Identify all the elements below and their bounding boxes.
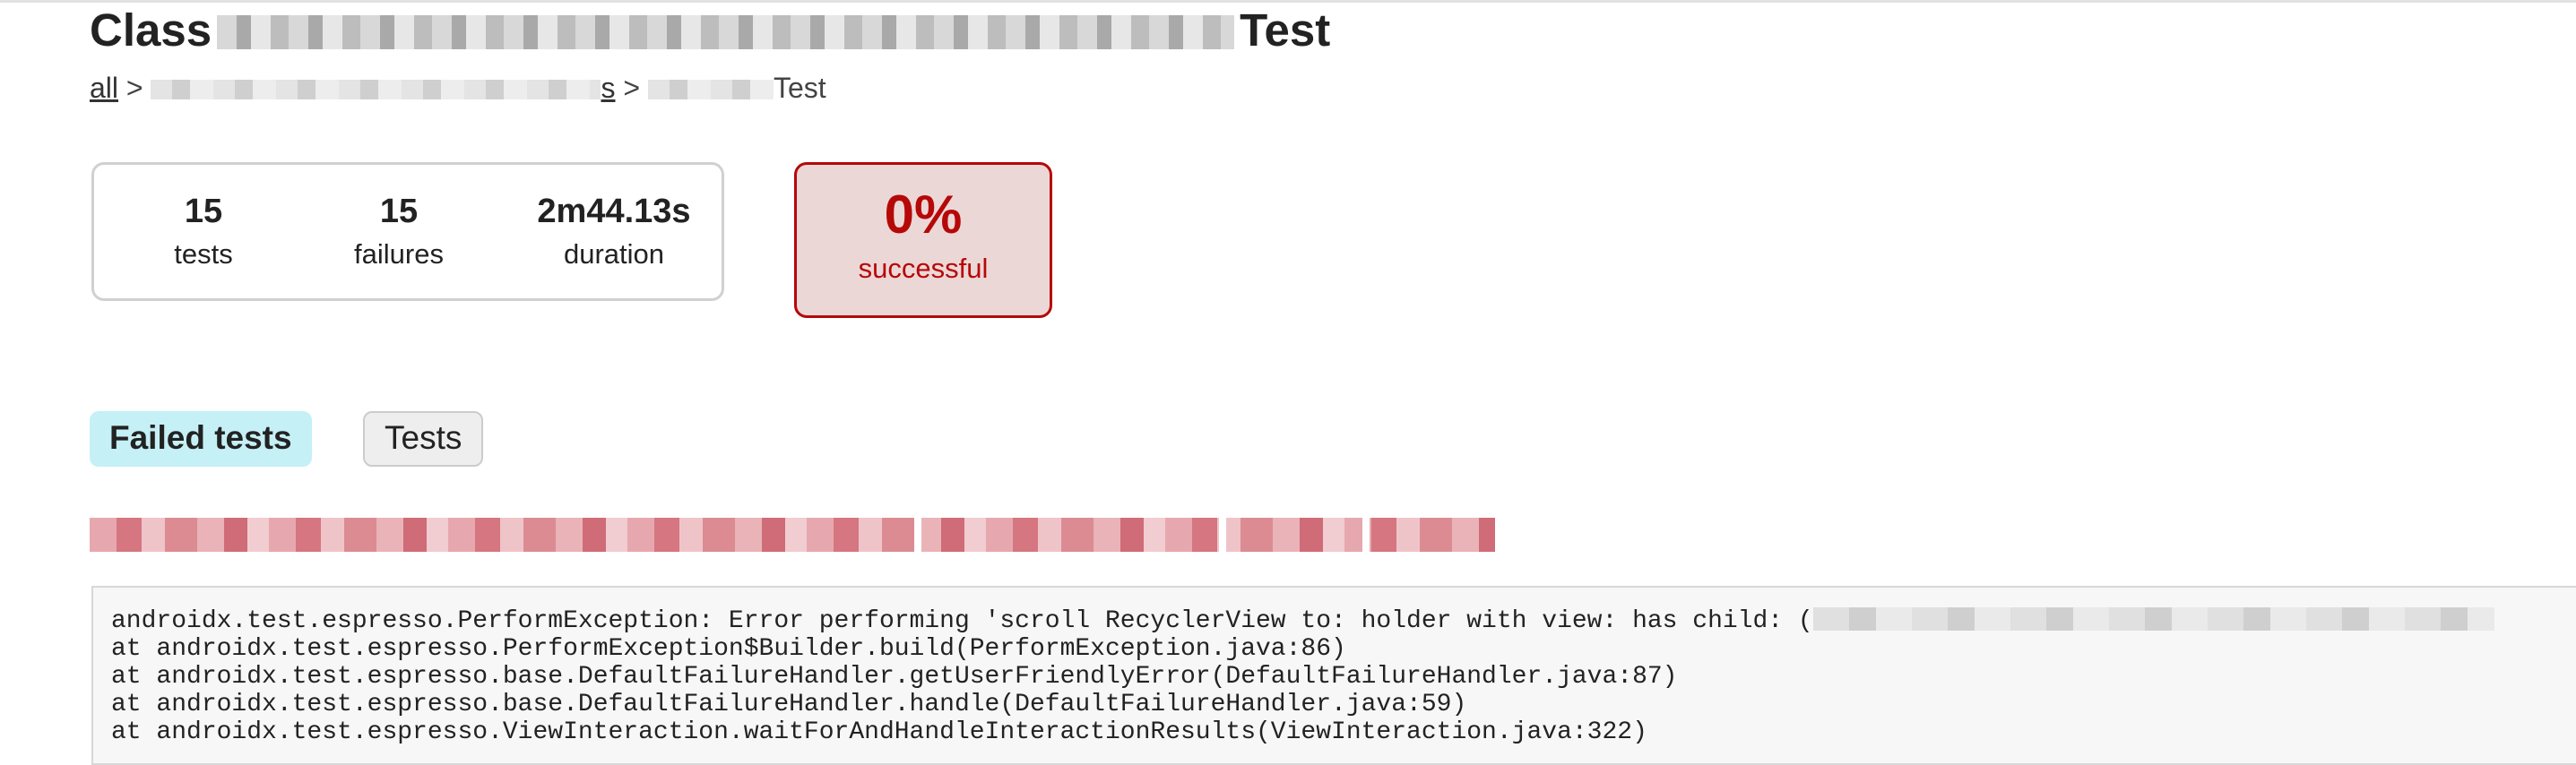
breadcrumb-package-link[interactable]: s bbox=[151, 72, 615, 104]
failures-label: failures bbox=[354, 238, 444, 270]
title-prefix: Class bbox=[90, 4, 212, 56]
redacted-view-matcher bbox=[1812, 607, 2494, 631]
stacktrace-block: androidx.test.espresso.PerformException:… bbox=[91, 586, 2576, 765]
success-rate-label: successful bbox=[858, 253, 989, 284]
title-suffix: Test bbox=[1240, 4, 1331, 56]
breadcrumb: all > s > Test bbox=[90, 72, 826, 105]
failures-count: 15 bbox=[379, 193, 419, 230]
tests-counter: 15 tests bbox=[159, 190, 248, 276]
breadcrumb-current-class: Test bbox=[647, 72, 826, 104]
stacktrace-line: at androidx.test.espresso.ViewInteractio… bbox=[111, 718, 1647, 746]
stacktrace-line: androidx.test.espresso.PerformException:… bbox=[111, 607, 2576, 635]
duration-label: duration bbox=[563, 238, 665, 270]
stacktrace-line: at androidx.test.espresso.base.DefaultFa… bbox=[111, 691, 1467, 718]
breadcrumb-all-link[interactable]: all bbox=[90, 72, 118, 104]
redacted-class-name-short bbox=[647, 80, 774, 99]
failures-counter: 15 failures bbox=[327, 190, 471, 276]
tab-tests[interactable]: Tests bbox=[363, 411, 484, 467]
stacktrace-line: at androidx.test.espresso.base.DefaultFa… bbox=[111, 663, 1678, 691]
tests-label: tests bbox=[174, 238, 233, 270]
summary-box: 15 tests 15 failures 2m44.13s duration bbox=[91, 162, 724, 301]
breadcrumb-separator: > bbox=[623, 72, 641, 104]
stacktrace-line: at androidx.test.espresso.PerformExcepti… bbox=[111, 635, 1346, 663]
duration-value: 2m44.13s bbox=[537, 193, 691, 230]
redacted-failed-test-name bbox=[90, 518, 1495, 552]
success-rate-value: 0% bbox=[884, 185, 963, 245]
tab-failed-tests[interactable]: Failed tests bbox=[90, 411, 312, 467]
tests-count: 15 bbox=[184, 193, 223, 230]
top-divider bbox=[0, 0, 2576, 3]
success-rate-box: 0% successful bbox=[794, 162, 1052, 318]
page-title: Class Test bbox=[90, 4, 1330, 56]
redacted-package-name bbox=[151, 80, 601, 99]
breadcrumb-separator: > bbox=[125, 72, 143, 104]
duration-counter: 2m44.13s duration bbox=[524, 190, 704, 276]
redacted-class-name bbox=[217, 15, 1235, 49]
